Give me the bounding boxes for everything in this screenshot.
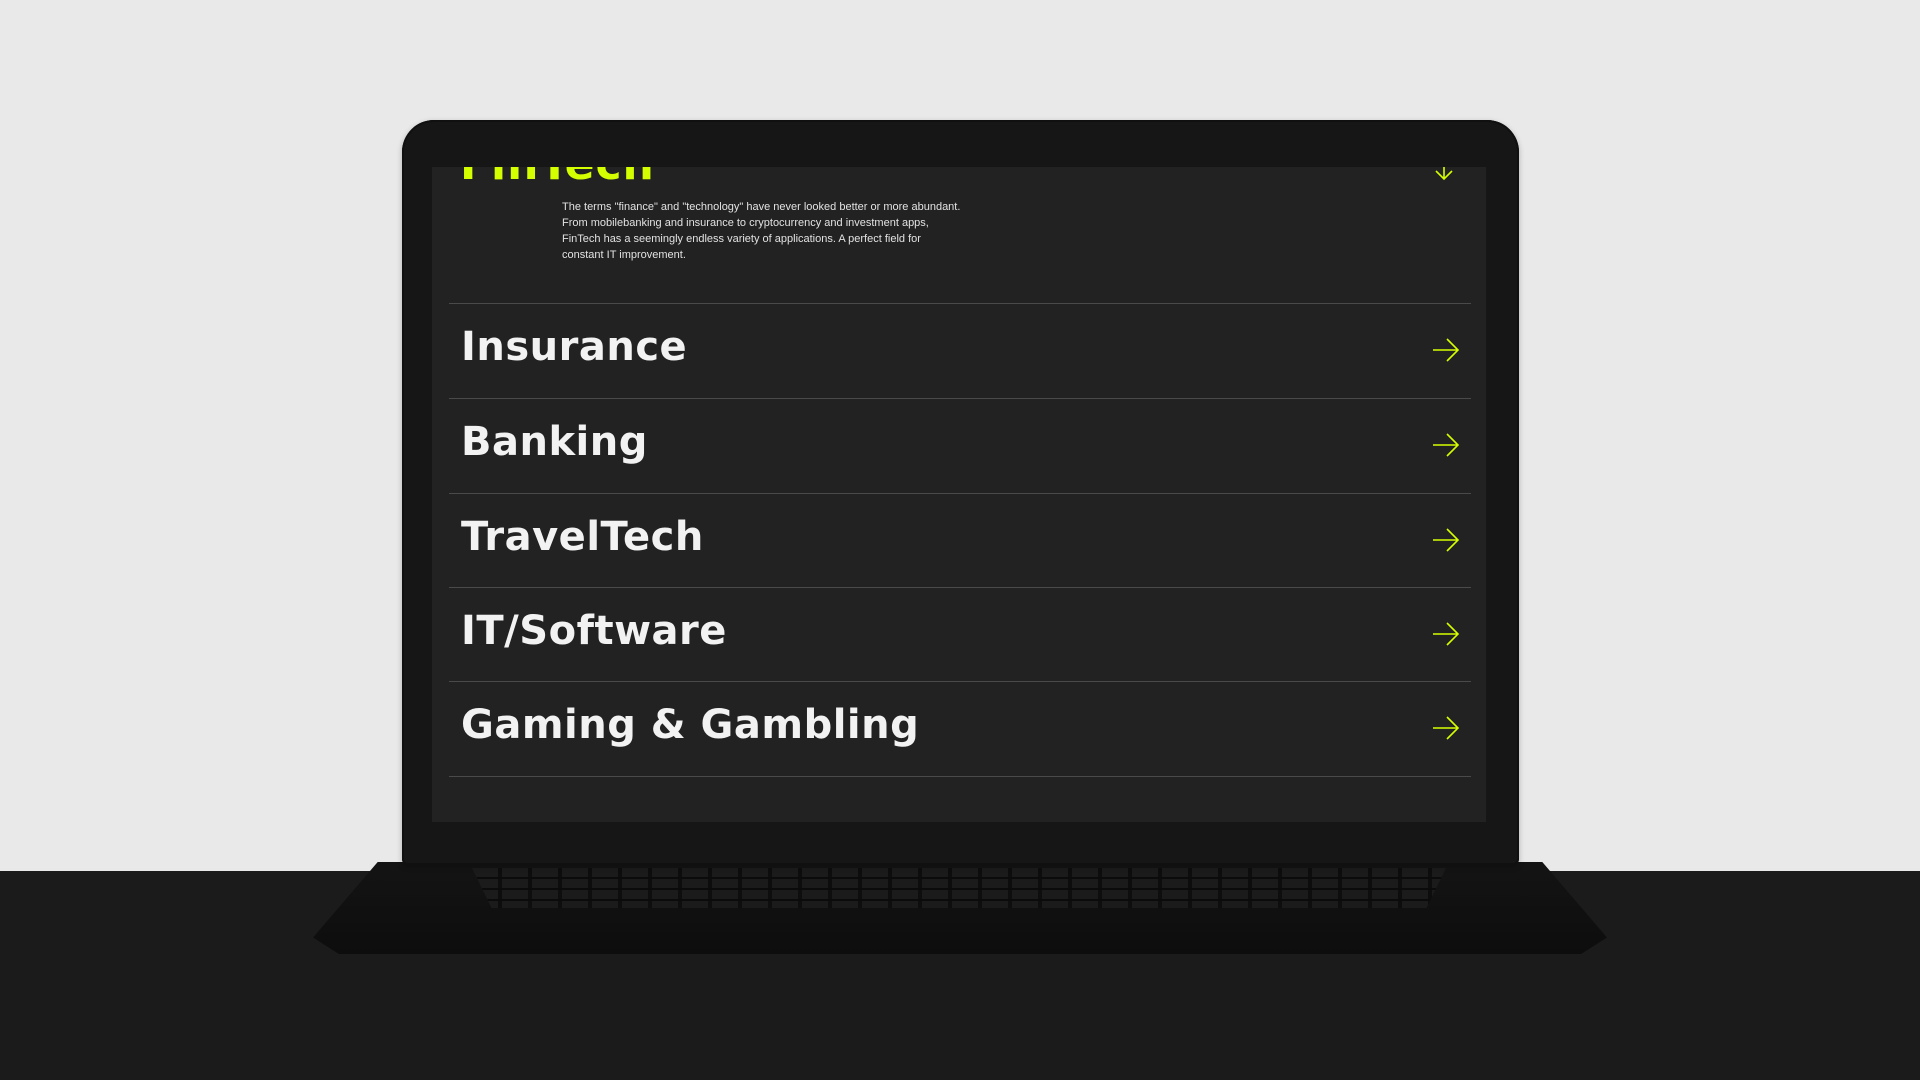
keyboard-rows xyxy=(472,868,1446,908)
industry-label: Insurance xyxy=(461,324,688,370)
industry-row-insurance[interactable]: Insurance xyxy=(449,304,1471,398)
fintech-description: The terms "finance" and "technology" hav… xyxy=(562,201,961,261)
industry-row-banking[interactable]: Banking xyxy=(449,399,1471,493)
industry-label: Gaming & Gambling xyxy=(461,702,920,748)
laptop-screen: FinTech The terms "finance" and "technol… xyxy=(432,167,1486,822)
arrow-right-icon xyxy=(1433,622,1460,646)
industry-label: Banking xyxy=(461,419,648,465)
industry-row-traveltech[interactable]: TravelTech xyxy=(449,494,1471,588)
arrow-right-icon xyxy=(1433,433,1460,457)
arrow-down-icon[interactable] xyxy=(1432,167,1456,183)
arrow-right-icon xyxy=(1433,338,1460,362)
scene: FinTech The terms "finance" and "technol… xyxy=(0,0,1920,1080)
divider xyxy=(449,776,1471,777)
industry-row-gaming-gambling[interactable]: Gaming & Gambling xyxy=(449,682,1471,776)
industry-label: TravelTech xyxy=(461,514,704,560)
arrow-right-icon xyxy=(1433,528,1460,552)
industry-row-it-software[interactable]: IT/Software xyxy=(449,588,1471,682)
industry-label: IT/Software xyxy=(461,608,727,654)
arrow-right-icon xyxy=(1433,716,1460,740)
fintech-heading[interactable]: FinTech xyxy=(460,167,655,190)
